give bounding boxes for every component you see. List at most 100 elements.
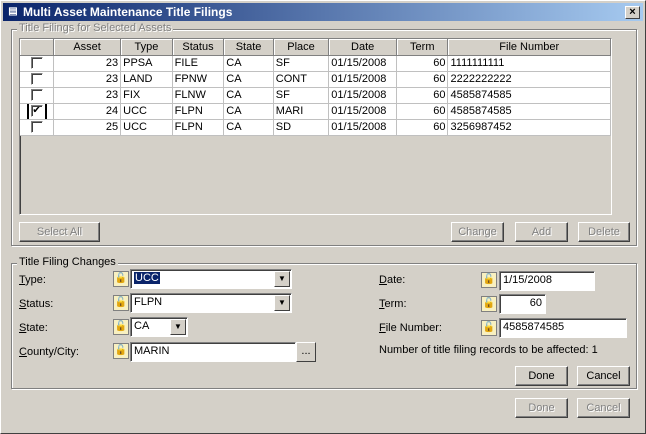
file-number-field[interactable]: 4585874585 (499, 318, 627, 338)
lock-icon[interactable]: 🔓 (113, 295, 129, 311)
affected-records-text: Number of title filing records to be aff… (379, 344, 598, 356)
state-select[interactable]: CA ▼ (130, 317, 188, 337)
cell-state: CA (223, 71, 274, 88)
row-checkbox[interactable] (30, 89, 43, 102)
type-label: Type: (19, 274, 46, 286)
term-label: Term: (379, 298, 407, 310)
cell-state: CA (223, 119, 274, 136)
lock-icon[interactable]: 🔓 (481, 320, 497, 336)
table-row[interactable]: 23 LAND FPNW CA CONT 01/15/2008 60 2222222222 (20, 71, 611, 88)
county-city-field[interactable]: MARIN (130, 342, 296, 362)
filings-table[interactable]: Asset Type Status State Place Date Term File Nu… (19, 38, 612, 215)
table-row[interactable]: ✔ 24 UCC FLPN CA MARI 01/15/2008 60 4585874585 (20, 103, 611, 120)
table-header: Asset Type Status State Place Date Term File Nu… (20, 39, 611, 56)
title-filings-group-label: Title Filings for Selected Assets (17, 22, 174, 34)
title-bar[interactable]: ▤ Multi Asset Maintenance Title Filings … (3, 3, 643, 21)
footer-cancel-button[interactable]: Cancel (577, 398, 630, 418)
row-checkbox-cell[interactable] (20, 119, 55, 136)
row-checkbox-cell[interactable]: ✔ (20, 103, 55, 120)
row-checkbox[interactable]: ✔ (26, 103, 47, 118)
lock-icon[interactable]: 🔓 (113, 319, 129, 335)
cell-status: FLNW (172, 87, 225, 104)
lock-icon[interactable]: 🔓 (481, 296, 497, 312)
county-browse-button[interactable]: ... (296, 342, 316, 362)
cell-date: 01/15/2008 (328, 87, 398, 104)
dialog-window: ▤ Multi Asset Maintenance Title Filings … (0, 0, 646, 434)
column-header[interactable]: State (223, 39, 274, 56)
select-all-button[interactable]: Select All (19, 222, 100, 242)
date-label: Date: (379, 274, 406, 286)
changes-cancel-button[interactable]: Cancel (577, 366, 630, 386)
row-checkbox-cell[interactable] (20, 87, 55, 104)
delete-button[interactable]: Delete (578, 222, 630, 242)
cell-date: 01/15/2008 (328, 71, 398, 88)
date-field[interactable]: 1/15/2008 (499, 271, 595, 291)
column-header[interactable]: File Number (447, 39, 611, 56)
cell-asset: 24 (53, 103, 122, 120)
add-button[interactable]: Add (515, 222, 568, 242)
cell-type: PPSA (120, 55, 173, 72)
cell-file: 4585874585 (447, 103, 611, 120)
cell-term: 60 (396, 119, 449, 136)
table-row[interactable]: 23 FIX FLNW CA SF 01/15/2008 60 4585874585 (20, 87, 611, 104)
status-select[interactable]: FLPN ▼ (130, 293, 292, 313)
column-header[interactable]: Place (273, 39, 330, 56)
cell-status: FPNW (172, 71, 225, 88)
table-row[interactable]: 25 UCC FLPN CA SD 01/15/2008 60 3256987452 (20, 119, 611, 136)
column-header[interactable] (20, 39, 55, 56)
cell-file: 1111111111 (447, 55, 611, 72)
change-button[interactable]: Change (451, 222, 504, 242)
chevron-down-icon[interactable]: ▼ (274, 271, 290, 287)
column-header[interactable]: Type (120, 39, 173, 56)
lock-icon[interactable]: 🔓 (481, 272, 497, 288)
row-checkbox[interactable] (30, 121, 43, 134)
cell-term: 60 (396, 87, 449, 104)
file-number-label: File Number: (379, 322, 442, 334)
row-checkbox-cell[interactable] (20, 55, 55, 72)
column-header[interactable]: Date (328, 39, 398, 56)
close-button[interactable]: × (625, 6, 640, 19)
cell-asset: 23 (53, 71, 122, 88)
status-label: Status: (19, 298, 54, 310)
cell-state: CA (223, 87, 274, 104)
cell-state: CA (223, 55, 274, 72)
changes-done-button[interactable]: Done (515, 366, 568, 386)
cell-state: CA (223, 103, 274, 120)
row-checkbox[interactable] (30, 73, 43, 86)
lock-icon[interactable]: 🔓 (113, 271, 129, 287)
cell-status: FLPN (172, 103, 225, 120)
cell-term: 60 (396, 103, 449, 120)
lock-icon[interactable]: 🔓 (113, 343, 129, 359)
cell-type: LAND (120, 71, 173, 88)
cell-type: UCC (120, 119, 173, 136)
cell-asset: 25 (53, 119, 122, 136)
title-filing-changes-group-label: Title Filing Changes (17, 256, 118, 268)
cell-status: FILE (172, 55, 225, 72)
cell-file: 4585874585 (447, 87, 611, 104)
app-icon: ▤ (8, 6, 18, 17)
cell-place: MARI (273, 103, 330, 120)
window-title: Multi Asset Maintenance Title Filings (23, 5, 233, 19)
cell-file: 3256987452 (447, 119, 611, 136)
cell-place: SF (273, 55, 330, 72)
footer-done-button[interactable]: Done (515, 398, 568, 418)
cell-date: 01/15/2008 (328, 103, 398, 120)
row-checkbox[interactable] (30, 57, 43, 70)
cell-place: CONT (273, 71, 330, 88)
chevron-down-icon[interactable]: ▼ (170, 319, 186, 335)
affected-records-count: 1 (591, 344, 598, 356)
column-header[interactable]: Status (172, 39, 225, 56)
cell-status: FLPN (172, 119, 225, 136)
row-checkbox-cell[interactable] (20, 71, 55, 88)
cell-place: SD (273, 119, 330, 136)
column-header[interactable]: Term (396, 39, 449, 56)
cell-type: FIX (120, 87, 173, 104)
chevron-down-icon[interactable]: ▼ (274, 295, 290, 311)
type-select[interactable]: UCC ▼ (130, 269, 292, 289)
column-header[interactable]: Asset (53, 39, 122, 56)
term-field[interactable]: 60 (499, 294, 546, 314)
table-row[interactable]: 23 PPSA FILE CA SF 01/15/2008 60 1111111111 (20, 55, 611, 72)
county-city-label: County/City: (19, 346, 79, 358)
cell-asset: 23 (53, 87, 122, 104)
cell-term: 60 (396, 71, 449, 88)
